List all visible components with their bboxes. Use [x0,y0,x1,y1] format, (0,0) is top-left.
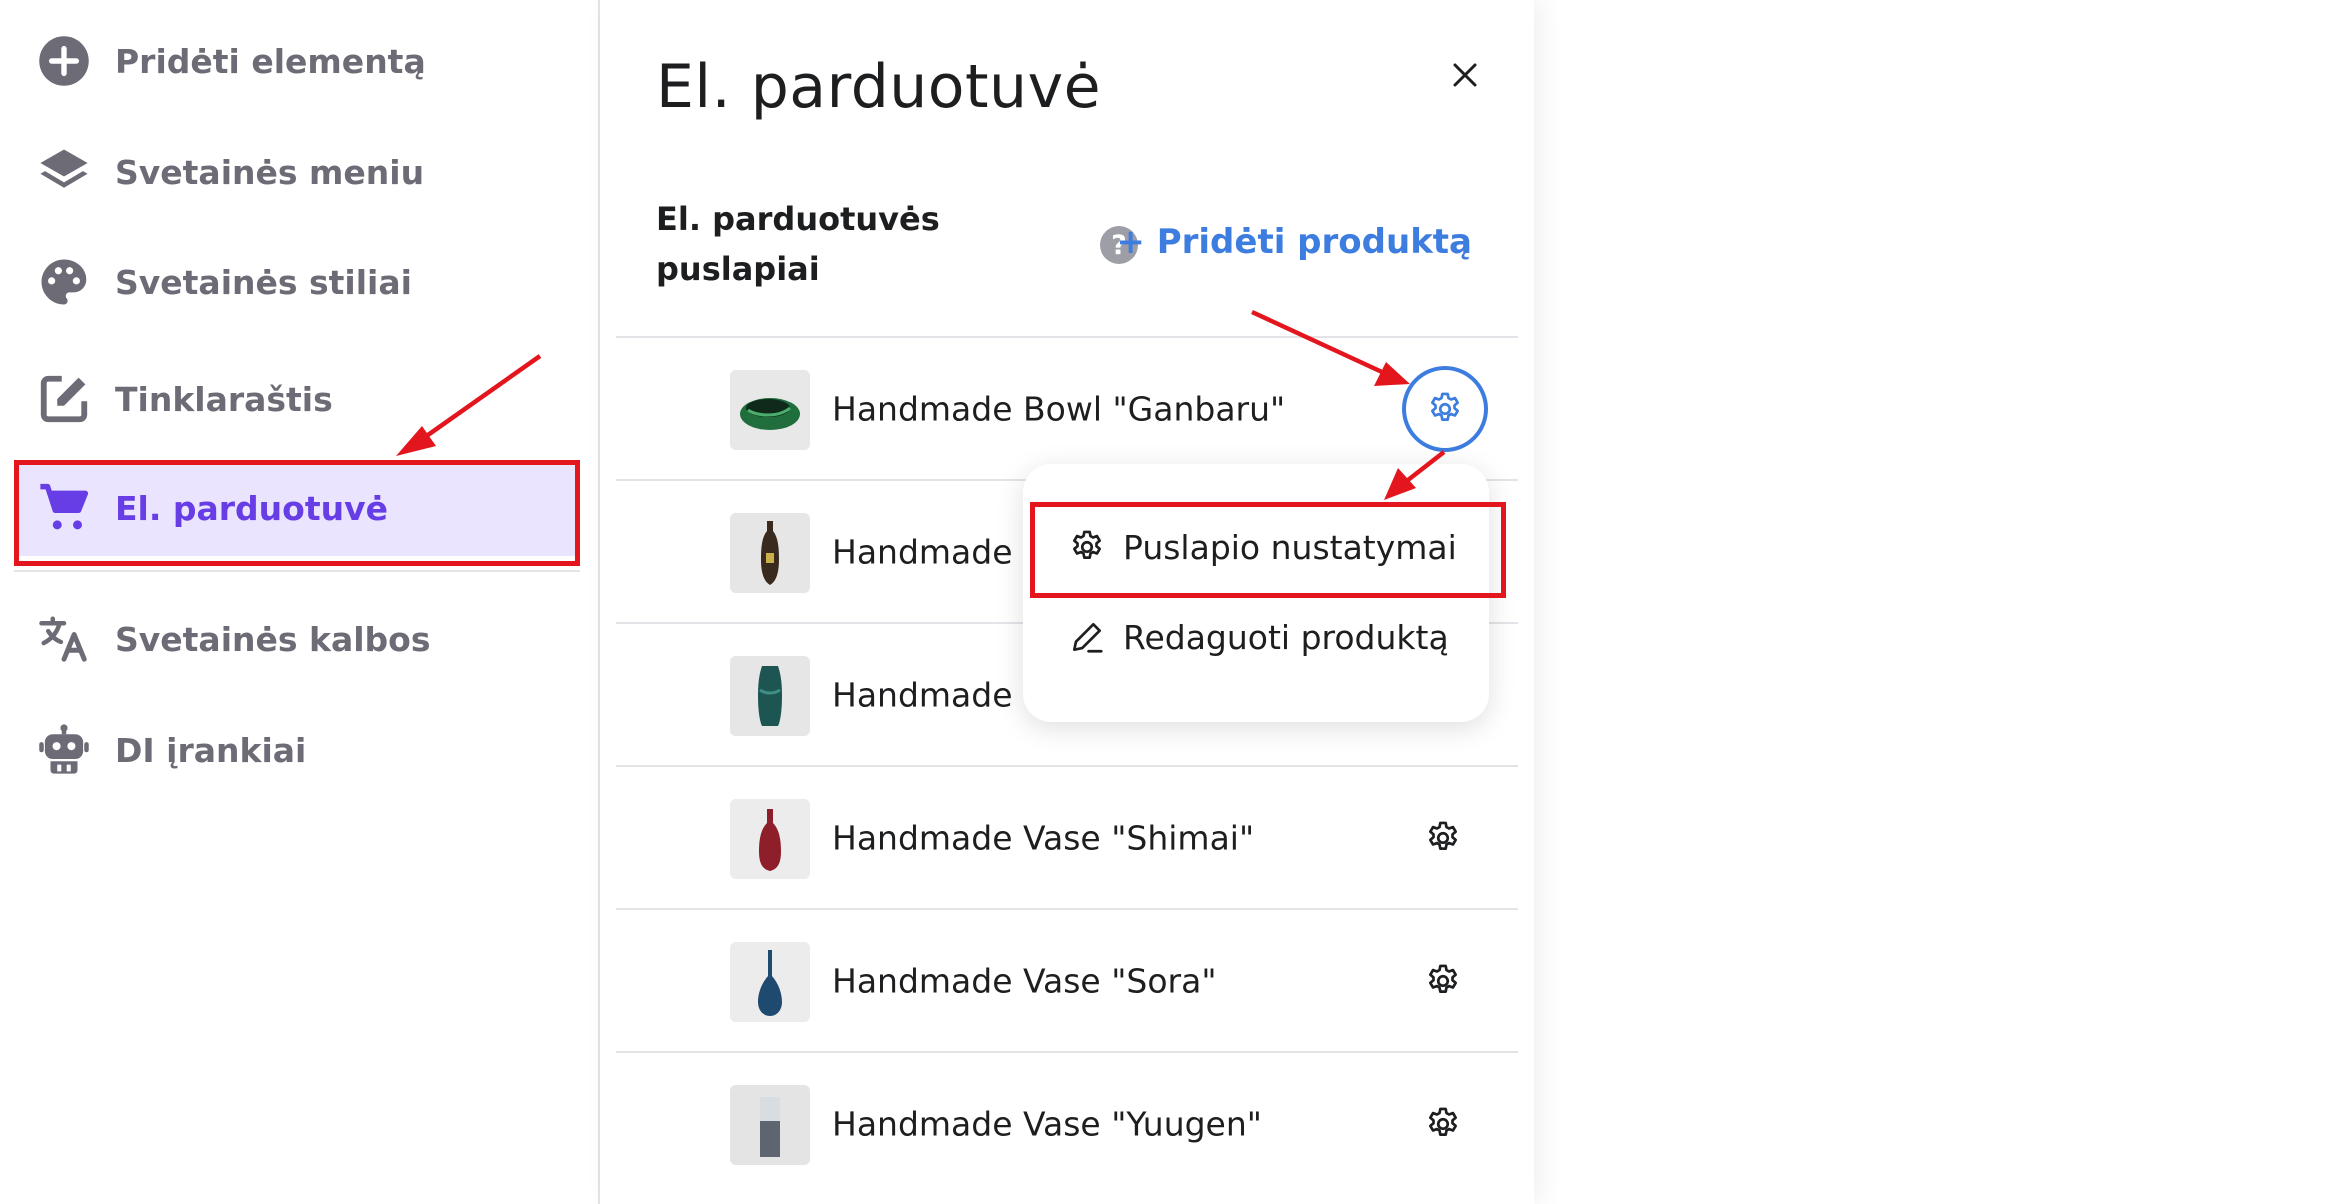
sidebar-item-label: Tinklaraštis [115,379,333,419]
sidebar-item-blog[interactable]: Tinklaraštis [14,351,580,447]
product-row[interactable]: Handmade Bowl "Ganbaru" [616,336,1518,479]
sidebar-item-label: Svetainės stiliai [115,262,412,302]
product-row[interactable]: Handmade Vase "Yuugen" [616,1051,1518,1194]
annotation-highlight-store [14,460,580,566]
product-settings-button[interactable] [1416,954,1470,1008]
product-name: Handmade [832,532,1013,571]
sidebar-divider [14,570,580,572]
edit-icon [36,371,92,427]
product-settings-button[interactable] [1416,1097,1470,1151]
product-name: Handmade V [832,675,1046,714]
product-thumbnail [730,942,810,1022]
product-settings-button[interactable] [1402,365,1488,452]
product-name: Handmade Vase "Shimai" [832,818,1255,857]
gear-icon [1430,392,1460,421]
palette-icon [36,254,92,310]
sidebar-item-label: DI įrankiai [115,730,307,770]
product-thumbnail [730,799,810,879]
product-name: Handmade Vase "Yuugen" [832,1104,1262,1143]
sidebar-item-label: Svetainės meniu [115,152,425,192]
sidebar-item-site-languages[interactable]: Svetainės kalbos [14,591,580,687]
store-pages-heading: El. parduotuvės puslapiai [656,200,940,288]
edit-product-menu-item[interactable]: Redaguoti produktą [1023,594,1489,680]
robot-icon [36,722,92,778]
sidebar-item-label: Pridėti elementą [115,41,426,81]
product-row[interactable]: Handmade Vase "Sora" [616,908,1518,1051]
product-thumbnail [730,370,810,450]
sidebar-item-label: Svetainės kalbos [115,619,431,659]
close-icon [1453,63,1477,87]
product-name: Handmade Bowl "Ganbaru" [832,389,1286,428]
product-name: Handmade Vase "Sora" [832,961,1217,1000]
edit-product-label: Redaguoti produktą [1123,617,1449,657]
gear-icon [1428,821,1458,850]
gear-icon [1428,964,1458,993]
product-settings-button[interactable] [1416,811,1470,865]
close-button[interactable] [1440,50,1490,100]
panel-title: El. parduotuvė [656,52,1101,122]
add-product-button[interactable]: + Pridėti produktą [1116,222,1472,262]
annotation-highlight-page-settings [1030,502,1506,598]
sidebar-item-add-element[interactable]: Pridėti elementą [14,13,580,109]
product-thumbnail [730,656,810,736]
product-thumbnail [730,1085,810,1165]
gear-icon [1428,1107,1458,1136]
pencil-icon [1067,617,1107,657]
sidebar-item-ai-tools[interactable]: DI įrankiai [14,702,580,798]
sidebar-item-site-menu[interactable]: Svetainės meniu [14,124,580,220]
sidebar: Pridėti elementą Svetainės meniu Svetain… [0,0,600,1204]
product-row[interactable]: Handmade Vase "Shimai" [616,765,1518,908]
sidebar-item-site-styles[interactable]: Svetainės stiliai [14,234,580,330]
product-thumbnail [730,513,810,593]
layers-icon [36,144,92,200]
plus-circle-icon [36,33,92,89]
translate-icon [36,611,92,667]
